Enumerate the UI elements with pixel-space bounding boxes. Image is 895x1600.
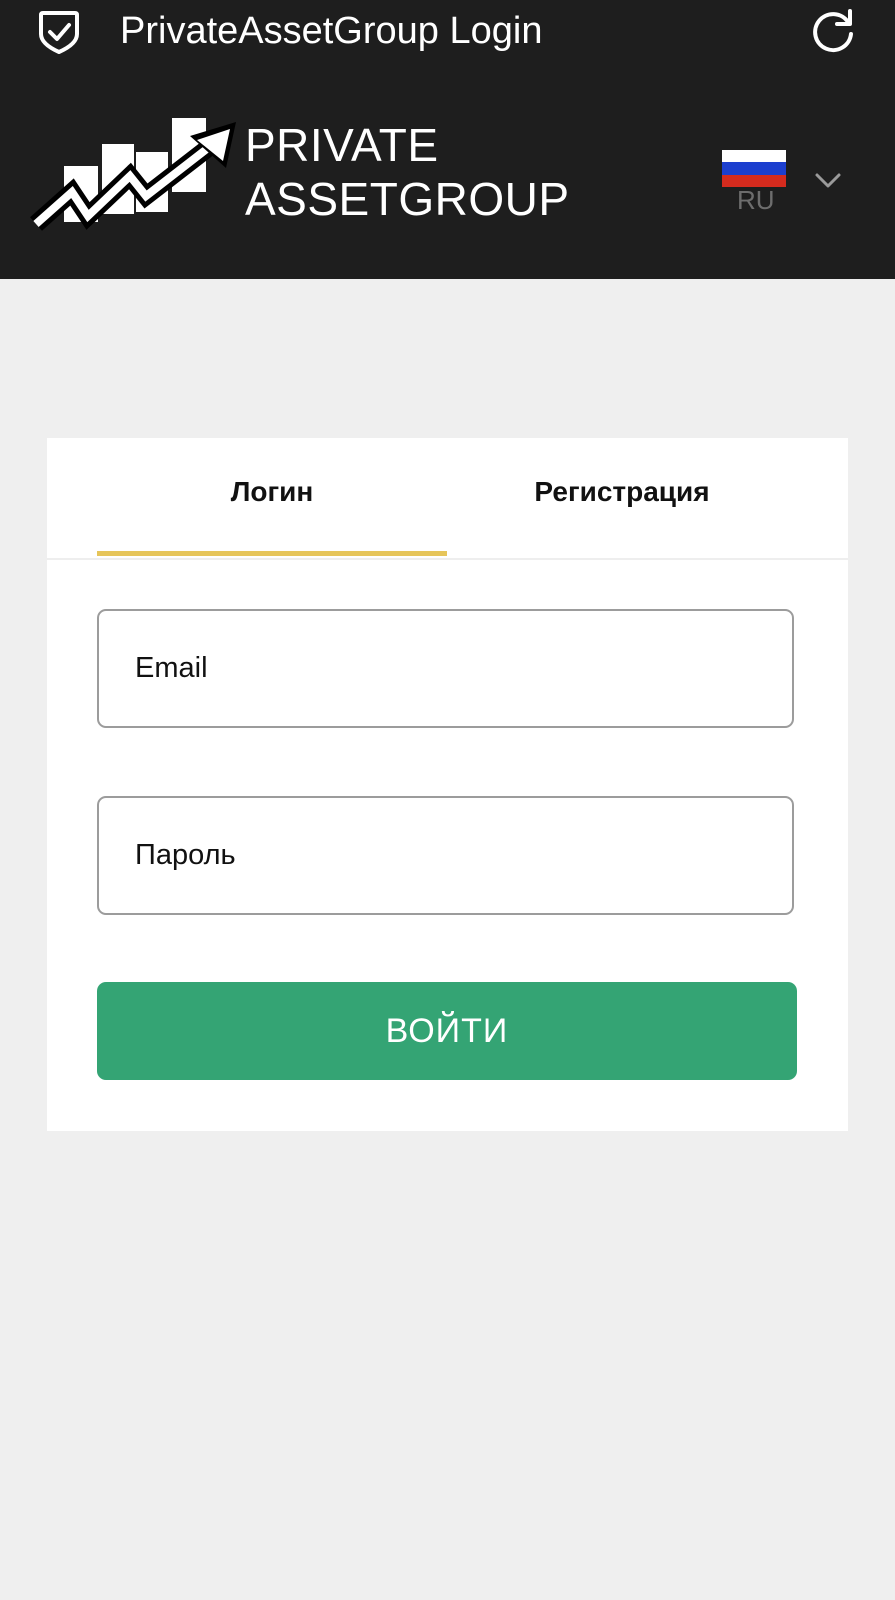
email-field[interactable] — [99, 611, 792, 726]
tab-login[interactable]: Логин — [97, 476, 447, 508]
logo-line-2: ASSETGROUP — [245, 173, 570, 225]
password-field[interactable] — [99, 798, 792, 913]
auth-tabs: Логин Регистрация — [47, 438, 848, 560]
russia-flag-icon — [722, 150, 786, 187]
flag-stripe-blue — [722, 162, 786, 175]
window-title: PrivateAssetGroup Login — [120, 10, 543, 52]
logo-icon — [30, 118, 236, 231]
logo-line-1: PRIVATE — [245, 119, 439, 171]
logo-text: PRIVATE ASSETGROUP — [245, 118, 570, 226]
flag-stripe-white — [722, 150, 786, 163]
login-button[interactable]: ВОЙТИ — [97, 982, 797, 1080]
shield-check-icon — [39, 11, 79, 54]
email-field-container — [97, 609, 794, 728]
password-field-container — [97, 796, 794, 915]
refresh-icon[interactable] — [810, 8, 856, 54]
language-selector[interactable]: RU — [722, 150, 852, 220]
chevron-down-icon[interactable] — [814, 172, 842, 190]
active-tab-indicator — [97, 551, 447, 556]
tab-registration[interactable]: Регистрация — [447, 476, 797, 508]
header: PrivateAssetGroup Login PRIVATE ASSETGRO… — [0, 0, 895, 279]
language-code: RU — [737, 185, 775, 215]
auth-card: Логин Регистрация ВОЙТИ — [47, 438, 848, 1131]
